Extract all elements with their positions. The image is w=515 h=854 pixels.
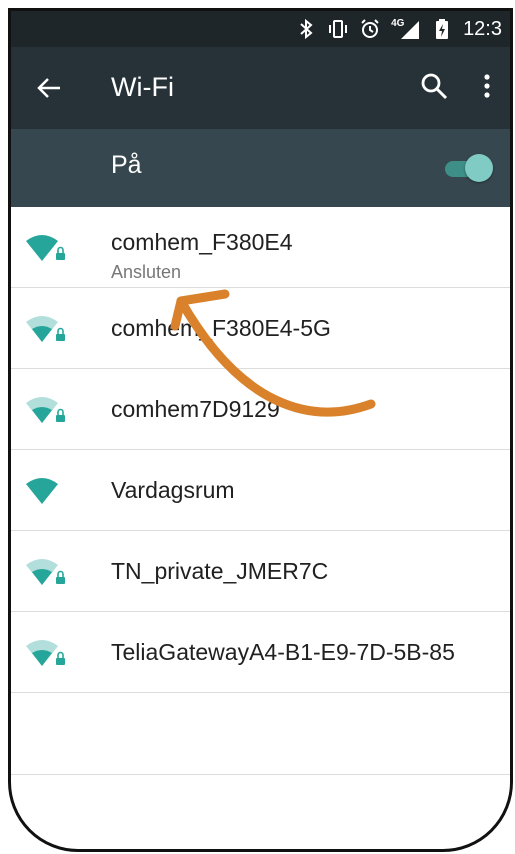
network-row[interactable]: TeliaGatewayA4-B1-E9-7D-5B-85 (11, 612, 510, 693)
wifi-locked-icon (26, 640, 65, 666)
page-title: Wi-Fi (111, 72, 174, 102)
network-row[interactable]: Vardagsrum (11, 450, 510, 531)
bluetooth-icon (295, 18, 317, 40)
wifi-toggle-label: På (111, 151, 142, 179)
wifi-locked-icon (26, 316, 65, 342)
network-status: Ansluten (111, 262, 182, 282)
wifi-locked-icon (26, 559, 65, 585)
arrow-back-icon (37, 78, 60, 98)
app-bar: Wi-Fi (11, 47, 510, 129)
search-button[interactable] (419, 71, 449, 101)
network-row[interactable]: comhem_F380E4 Ansluten (11, 207, 510, 288)
network-row[interactable]: comhem_F380E4-5G (11, 288, 510, 369)
back-button[interactable] (35, 74, 63, 102)
network-ssid: TeliaGatewayA4-B1-E9-7D-5B-85 (111, 639, 455, 665)
network-list: comhem_F380E4 Ansluten comhem_F380E4-5G … (11, 207, 510, 775)
more-vert-icon (484, 74, 490, 98)
phone-screen: 4G 12:3 Wi-Fi På comhem_F380E4 Ansluten … (8, 8, 513, 852)
network-type-label: 4G (391, 18, 405, 29)
wifi-locked-icon (26, 397, 65, 423)
wifi-locked-icon (26, 235, 65, 261)
battery-charging-icon (431, 18, 453, 40)
network-ssid: comhem7D9129 (111, 396, 280, 422)
switch-thumb (465, 154, 493, 182)
network-ssid: Vardagsrum (111, 477, 235, 503)
search-icon (421, 73, 448, 100)
network-row[interactable]: comhem7D9129 (11, 369, 510, 450)
wifi-toggle-row[interactable]: På (11, 129, 510, 207)
signal-icon: 4G (391, 18, 421, 40)
list-divider-space (11, 693, 510, 775)
network-ssid: comhem_F380E4 (111, 229, 293, 255)
clock: 12:3 (463, 17, 502, 40)
network-ssid: TN_private_JMER7C (111, 558, 329, 584)
wifi-icon (26, 478, 58, 504)
vibrate-icon (327, 18, 349, 40)
alarm-icon (359, 18, 381, 40)
status-bar: 4G 12:3 (11, 11, 510, 47)
wifi-switch[interactable] (443, 154, 493, 182)
more-options-button[interactable] (477, 71, 497, 101)
network-ssid: comhem_F380E4-5G (111, 315, 331, 341)
network-row[interactable]: TN_private_JMER7C (11, 531, 510, 612)
